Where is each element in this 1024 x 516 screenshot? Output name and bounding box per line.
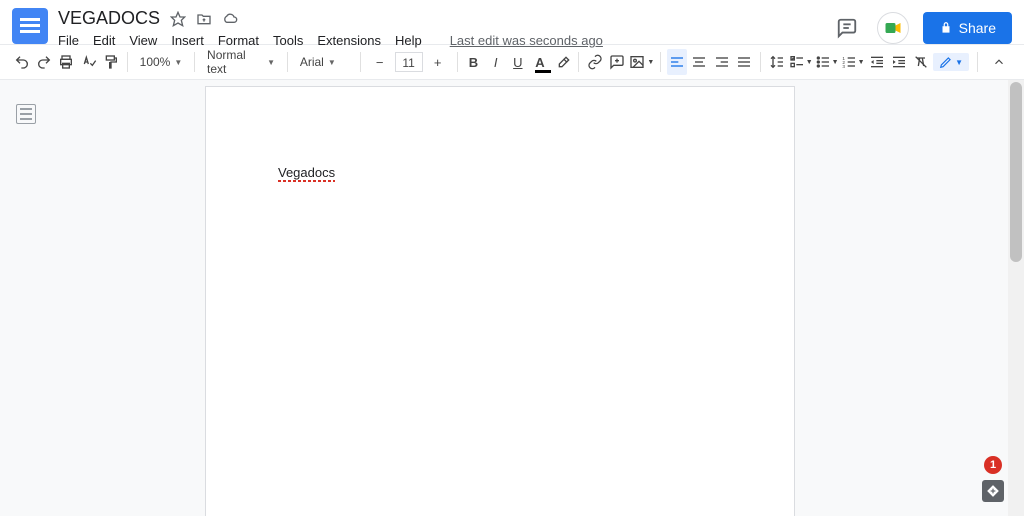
menu-tools[interactable]: Tools xyxy=(273,33,303,48)
explore-button[interactable] xyxy=(982,480,1004,502)
align-center-icon[interactable] xyxy=(689,49,709,75)
star-icon[interactable] xyxy=(170,11,186,27)
undo-icon[interactable] xyxy=(12,49,32,75)
document-page[interactable]: Vegadocs xyxy=(205,86,795,516)
italic-icon[interactable]: I xyxy=(486,49,506,75)
insert-link-icon[interactable] xyxy=(585,49,605,75)
outline-toggle-icon[interactable] xyxy=(16,104,36,124)
spellcheck-icon[interactable] xyxy=(79,49,99,75)
separator xyxy=(578,52,579,72)
separator xyxy=(457,52,458,72)
app-header: VEGADOCS File Edit View Insert Format To… xyxy=(0,0,1024,44)
title-row: VEGADOCS xyxy=(58,8,831,29)
last-edit-link[interactable]: Last edit was seconds ago xyxy=(450,33,603,48)
menu-help[interactable]: Help xyxy=(395,33,422,48)
separator xyxy=(360,52,361,72)
header-actions: Share xyxy=(831,12,1012,44)
align-right-icon[interactable] xyxy=(711,49,731,75)
separator xyxy=(977,52,978,72)
menu-format[interactable]: Format xyxy=(218,33,259,48)
zoom-select[interactable]: 100%▼ xyxy=(134,55,189,69)
menu-file[interactable]: File xyxy=(58,33,79,48)
zoom-value: 100% xyxy=(140,55,171,69)
meet-icon[interactable] xyxy=(877,12,909,44)
redo-icon[interactable] xyxy=(34,49,54,75)
editing-mode-button[interactable]: ▼ xyxy=(933,53,969,71)
toolbar-right: ▼ xyxy=(933,49,1012,75)
notification-badge[interactable]: 1 xyxy=(984,456,1002,474)
insert-comment-icon[interactable] xyxy=(607,49,627,75)
share-button[interactable]: Share xyxy=(923,12,1012,44)
separator xyxy=(660,52,661,72)
caret-down-icon: ▼ xyxy=(955,58,963,67)
paint-format-icon[interactable] xyxy=(101,49,121,75)
print-icon[interactable] xyxy=(56,49,76,75)
bullet-list-icon[interactable]: ▼ xyxy=(815,49,839,75)
separator xyxy=(760,52,761,72)
canvas-area: Vegadocs xyxy=(0,80,1008,516)
caret-down-icon: ▼ xyxy=(267,58,275,67)
font-size-input[interactable]: 11 xyxy=(395,52,423,72)
share-label: Share xyxy=(959,20,996,36)
document-title[interactable]: VEGADOCS xyxy=(58,8,160,29)
paragraph-style-select[interactable]: Normal text ▼ xyxy=(201,48,281,76)
lock-icon xyxy=(939,21,953,35)
highlight-color-icon[interactable] xyxy=(552,49,572,75)
font-select[interactable]: Arial ▼ xyxy=(294,55,354,69)
comment-history-icon[interactable] xyxy=(831,12,863,44)
bold-icon[interactable]: B xyxy=(463,49,483,75)
align-left-icon[interactable] xyxy=(667,49,687,75)
decrease-indent-icon[interactable] xyxy=(867,49,887,75)
decrease-font-icon[interactable]: − xyxy=(367,49,393,75)
collapse-toolbar-icon[interactable] xyxy=(986,49,1012,75)
checklist-icon[interactable]: ▼ xyxy=(789,49,813,75)
font-value: Arial xyxy=(300,55,324,69)
menu-insert[interactable]: Insert xyxy=(171,33,204,48)
plus-diamond-icon xyxy=(986,484,1000,498)
scroll-thumb[interactable] xyxy=(1010,82,1022,262)
line-spacing-icon[interactable] xyxy=(767,49,787,75)
caret-down-icon: ▼ xyxy=(174,58,182,67)
document-text[interactable]: Vegadocs xyxy=(278,165,335,180)
separator xyxy=(127,52,128,72)
insert-image-icon[interactable]: ▼ xyxy=(629,49,654,75)
menu-edit[interactable]: Edit xyxy=(93,33,115,48)
caret-down-icon: ▼ xyxy=(647,59,654,66)
menu-bar: File Edit View Insert Format Tools Exten… xyxy=(58,33,831,48)
menu-view[interactable]: View xyxy=(129,33,157,48)
pencil-icon xyxy=(939,55,953,69)
vertical-scrollbar[interactable] xyxy=(1008,80,1024,516)
svg-text:3: 3 xyxy=(842,64,845,69)
caret-down-icon: ▼ xyxy=(328,58,336,67)
style-value: Normal text xyxy=(207,48,263,76)
increase-font-icon[interactable]: + xyxy=(425,49,451,75)
toolbar: 100%▼ Normal text▼ Arial▼ − 11 + B I U A… xyxy=(0,44,1024,80)
clear-formatting-icon[interactable] xyxy=(911,49,931,75)
align-justify-icon[interactable] xyxy=(734,49,754,75)
numbered-list-icon[interactable]: 123▼ xyxy=(841,49,865,75)
text-color-icon[interactable]: A xyxy=(530,49,550,75)
separator xyxy=(194,52,195,72)
font-size-control: − 11 + xyxy=(367,49,451,75)
menu-extensions[interactable]: Extensions xyxy=(317,33,381,48)
move-folder-icon[interactable] xyxy=(196,11,212,27)
cloud-status-icon[interactable] xyxy=(222,11,238,27)
separator xyxy=(287,52,288,72)
page-content[interactable]: Vegadocs xyxy=(206,87,794,258)
title-area: VEGADOCS File Edit View Insert Format To… xyxy=(58,8,831,48)
docs-logo-icon[interactable] xyxy=(12,8,48,44)
underline-icon[interactable]: U xyxy=(508,49,528,75)
increase-indent-icon[interactable] xyxy=(889,49,909,75)
